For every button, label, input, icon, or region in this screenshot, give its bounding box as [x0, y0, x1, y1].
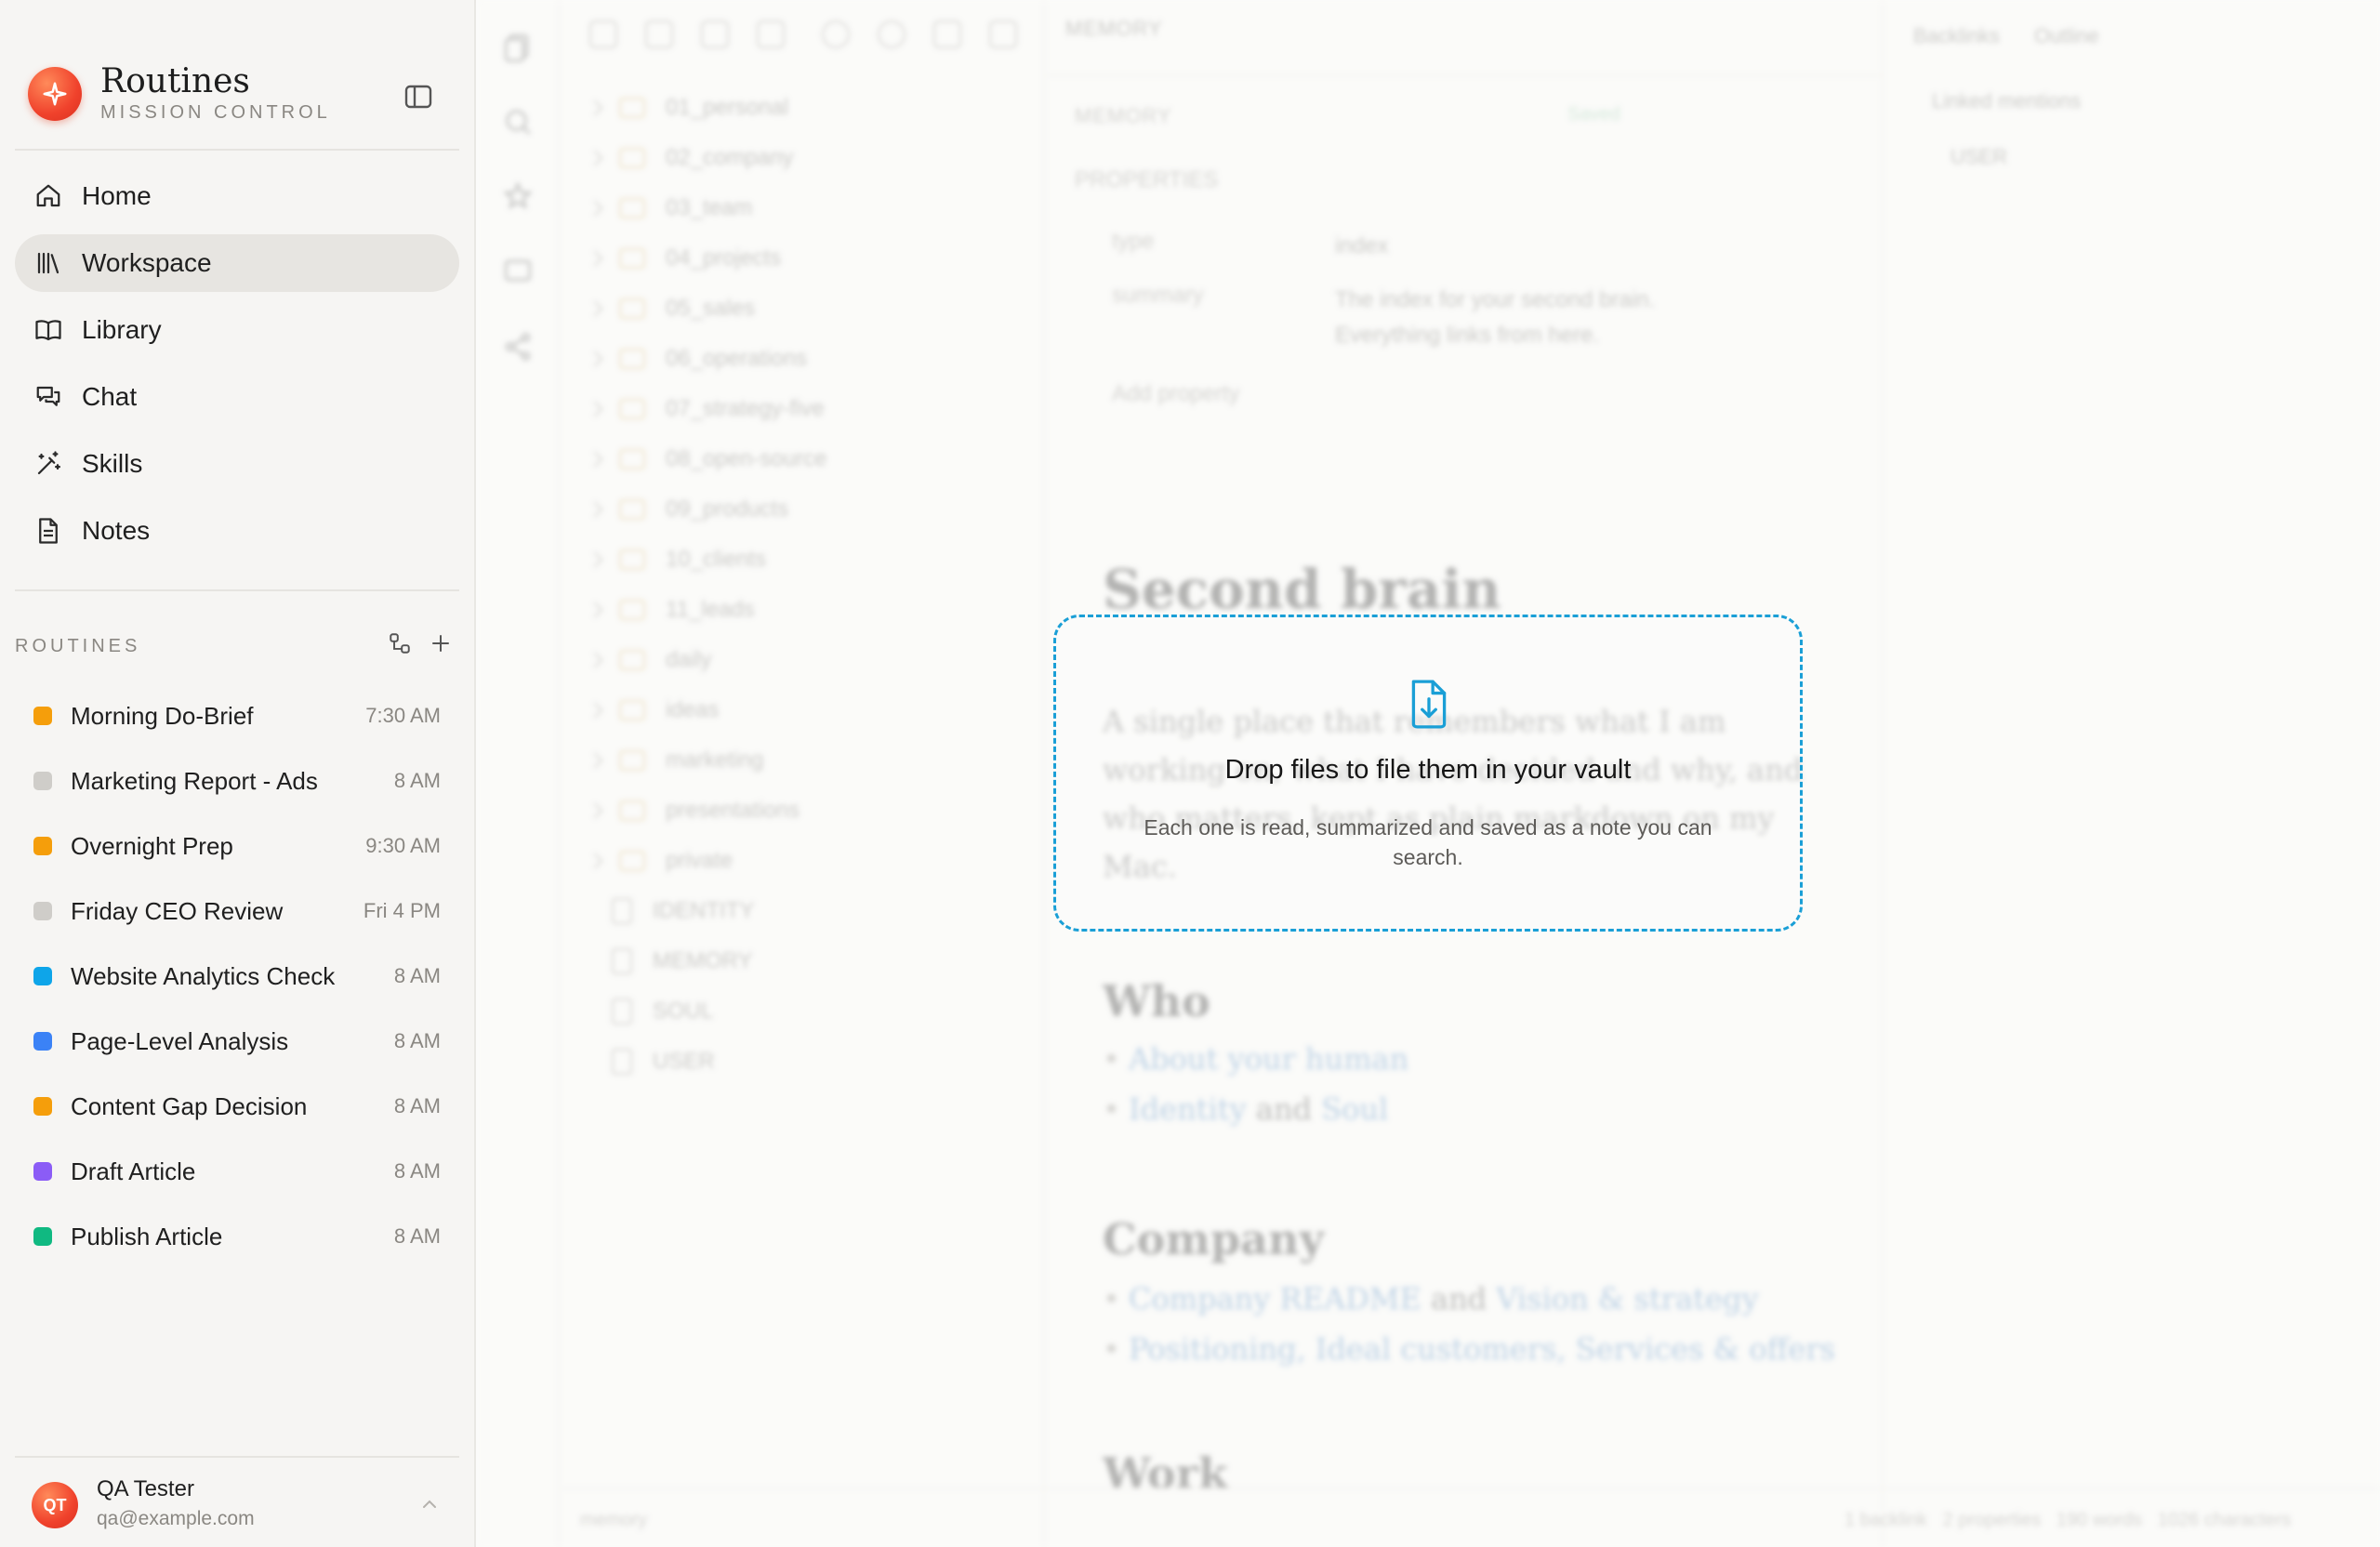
nav-item-workspace[interactable]: Workspace — [15, 234, 459, 292]
chat-icon — [33, 382, 63, 412]
app-subtitle: MISSION CONTROL — [100, 102, 331, 123]
routine-time: Fri 4 PM — [363, 899, 441, 922]
nav-label: Skills — [82, 449, 143, 478]
routine-status-dot — [33, 1097, 52, 1116]
routine-list: Morning Do-Brief 7:30 AM Marketing Repor… — [15, 683, 459, 1269]
routine-name: Website Analytics Check — [71, 961, 336, 990]
nav-label: Home — [82, 181, 152, 210]
routine-time: 8 AM — [393, 964, 441, 987]
routine-name: Marketing Report - Ads — [71, 766, 318, 795]
routine-status-dot — [33, 1162, 52, 1181]
nav-item-home[interactable]: Home — [15, 167, 459, 225]
routine-status-dot — [33, 967, 52, 985]
sparkle-logo-icon — [28, 66, 82, 121]
routine-name: Morning Do-Brief — [71, 701, 254, 730]
routine-time: 7:30 AM — [365, 704, 441, 727]
routine-name: Publish Article — [71, 1222, 223, 1250]
routine-item[interactable]: Draft Article 8 AM — [15, 1139, 459, 1204]
nav-item-library[interactable]: Library — [15, 301, 459, 359]
routine-item[interactable]: Marketing Report - Ads 8 AM — [15, 748, 459, 813]
routine-item[interactable]: Morning Do-Brief 7:30 AM — [15, 683, 459, 748]
dropzone-title: Drop files to file them in your vault — [1224, 755, 1632, 785]
brand: Routines MISSION CONTROL — [28, 63, 331, 124]
routine-item[interactable]: Friday CEO Review Fri 4 PM — [15, 879, 459, 944]
divider — [15, 589, 459, 591]
nav-item-chat[interactable]: Chat — [15, 368, 459, 426]
routine-item[interactable]: Content Gap Decision 8 AM — [15, 1074, 459, 1139]
wand-icon — [33, 449, 63, 479]
routine-status-dot — [33, 772, 52, 790]
avatar: QT — [32, 1482, 78, 1528]
routine-item[interactable]: Overnight Prep 9:30 AM — [15, 813, 459, 879]
user-menu[interactable]: QT QA Tester qa@example.com — [15, 1456, 459, 1547]
user-email: qa@example.com — [97, 1508, 255, 1529]
routine-time: 8 AM — [393, 1029, 441, 1052]
chevron-up-icon[interactable] — [418, 1493, 441, 1515]
routines-header: ROUTINES — [15, 628, 459, 666]
routine-name: Overnight Prep — [71, 831, 233, 860]
routine-name: Page-Level Analysis — [71, 1026, 289, 1055]
routine-status-dot — [33, 837, 52, 855]
add-routine-icon[interactable] — [426, 628, 456, 658]
routine-time: 8 AM — [393, 769, 441, 792]
routine-name: Draft Article — [71, 1157, 196, 1185]
nav-item-skills[interactable]: Skills — [15, 435, 459, 493]
notes-icon — [33, 516, 63, 546]
workflow-icon[interactable] — [385, 628, 415, 658]
routine-item[interactable]: Page-Level Analysis 8 AM — [15, 1009, 459, 1074]
routines-heading: ROUTINES — [15, 636, 141, 656]
sidebar-toggle-icon[interactable] — [402, 82, 435, 112]
routine-time: 8 AM — [393, 1094, 441, 1117]
main-nav: Home Workspace Library Chat Skills Notes — [15, 167, 459, 569]
nav-label: Chat — [82, 382, 138, 411]
nav-label: Notes — [82, 516, 151, 545]
routine-name: Friday CEO Review — [71, 896, 284, 925]
nav-label: Workspace — [82, 248, 212, 277]
file-download-icon — [1406, 678, 1452, 730]
library-icon — [33, 248, 63, 278]
routine-status-dot — [33, 902, 52, 920]
routine-status-dot — [33, 1032, 52, 1051]
routine-status-dot — [33, 707, 52, 725]
routine-status-dot — [33, 1227, 52, 1246]
file-dropzone[interactable]: Drop files to file them in your vault Ea… — [1053, 615, 1803, 932]
routine-time: 8 AM — [393, 1224, 441, 1248]
routine-item[interactable]: Website Analytics Check 8 AM — [15, 944, 459, 1009]
dropzone-subtitle: Each one is read, summarized and saved a… — [1144, 815, 1712, 869]
home-icon — [33, 181, 63, 211]
book-icon — [33, 315, 63, 345]
routine-time: 8 AM — [393, 1159, 441, 1183]
nav-item-notes[interactable]: Notes — [15, 502, 459, 560]
app-title: Routines — [100, 62, 250, 100]
routine-name: Content Gap Decision — [71, 1091, 308, 1120]
routine-item[interactable]: Publish Article 8 AM — [15, 1204, 459, 1269]
user-name: QA Tester — [97, 1476, 194, 1501]
sidebar: Routines MISSION CONTROL Home Workspace — [0, 0, 476, 1547]
divider — [15, 149, 459, 151]
nav-label: Library — [82, 315, 162, 344]
routine-time: 9:30 AM — [365, 834, 441, 857]
